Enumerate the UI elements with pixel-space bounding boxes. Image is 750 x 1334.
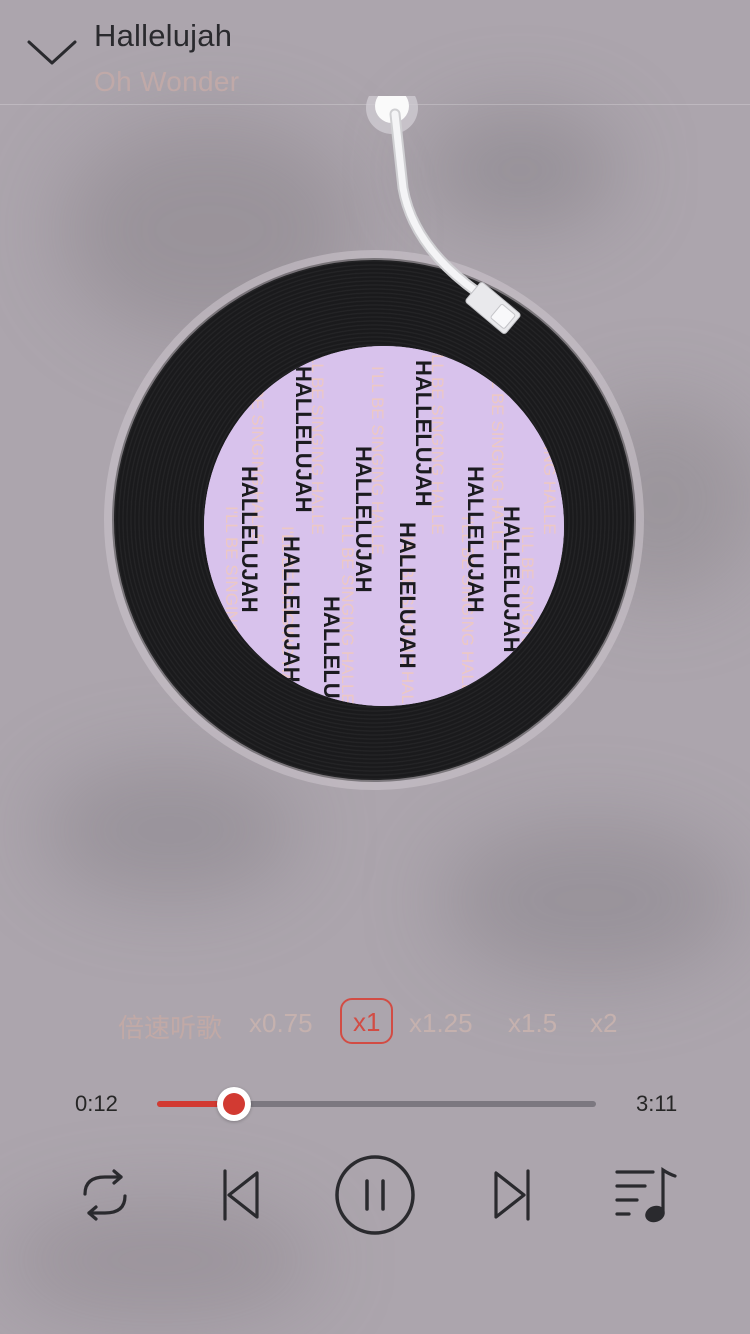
album-cover: I'LL BE SINGING HALLE I'LL BE SINGING HA… (204, 346, 564, 706)
speed-option-1[interactable]: x1 (340, 998, 394, 1044)
playback-speed-selector: 倍速听歌 x0.75 x1 x1.25 x1.5 x2 (0, 998, 750, 1052)
pause-icon (335, 1155, 415, 1235)
svg-text:HALLELUJAH: HALLELUJAH (395, 522, 420, 669)
song-title: Hallelujah (94, 18, 233, 53)
progress-knob[interactable] (217, 1087, 251, 1121)
current-time: 0:12 (75, 1091, 118, 1116)
chevron-down-icon (27, 40, 77, 65)
progress-bar[interactable] (157, 1087, 596, 1121)
speed-option-1.25[interactable]: x1.25 (409, 1008, 473, 1039)
svg-text:HALLELUJAH: HALLELUJAH (351, 446, 376, 593)
background-blur (0, 1200, 320, 1320)
svg-text:HALLELUJAH: HALLELUJAH (279, 536, 304, 683)
speed-option-0.75[interactable]: x0.75 (249, 1008, 313, 1039)
album-art: I'LL BE SINGING HALLE I'LL BE SINGING HA… (204, 346, 564, 706)
repeat-icon (83, 1169, 127, 1221)
svg-text:HALLELUJAH: HALLELUJAH (463, 466, 488, 613)
tonearm (366, 96, 521, 334)
repeat-button[interactable] (70, 1150, 140, 1240)
skip-next-icon (494, 1169, 530, 1221)
svg-text:HALLELUJAH: HALLELUJAH (411, 360, 436, 507)
artist-name: Oh Wonder (94, 66, 240, 97)
total-time: 3:11 (636, 1091, 678, 1116)
play-pause-button[interactable] (334, 1150, 416, 1240)
next-button[interactable] (482, 1150, 548, 1240)
skip-previous-icon (223, 1169, 259, 1221)
playlist-button[interactable] (608, 1150, 684, 1240)
background-blur (440, 820, 740, 980)
speed-option-2[interactable]: x2 (590, 1008, 617, 1039)
svg-text:I'LL BE SINGING HALLE: I'LL BE SINGING HALLE (540, 346, 559, 535)
collapse-button[interactable] (24, 30, 80, 74)
svg-text:HALLELUJAH: HALLELUJAH (319, 596, 344, 706)
svg-text:HALLELUJAH: HALLELUJAH (291, 366, 316, 513)
playlist-icon (615, 1167, 677, 1223)
svg-text:HALLELUJAH: HALLELUJAH (499, 506, 524, 653)
previous-button[interactable] (205, 1150, 271, 1240)
speed-label: 倍速听歌 (118, 1013, 223, 1043)
speed-option-1.5[interactable]: x1.5 (508, 1008, 557, 1039)
svg-text:HALLELUJAH: HALLELUJAH (237, 466, 262, 613)
player-header: Hallelujah Oh Wonder (0, 0, 750, 105)
